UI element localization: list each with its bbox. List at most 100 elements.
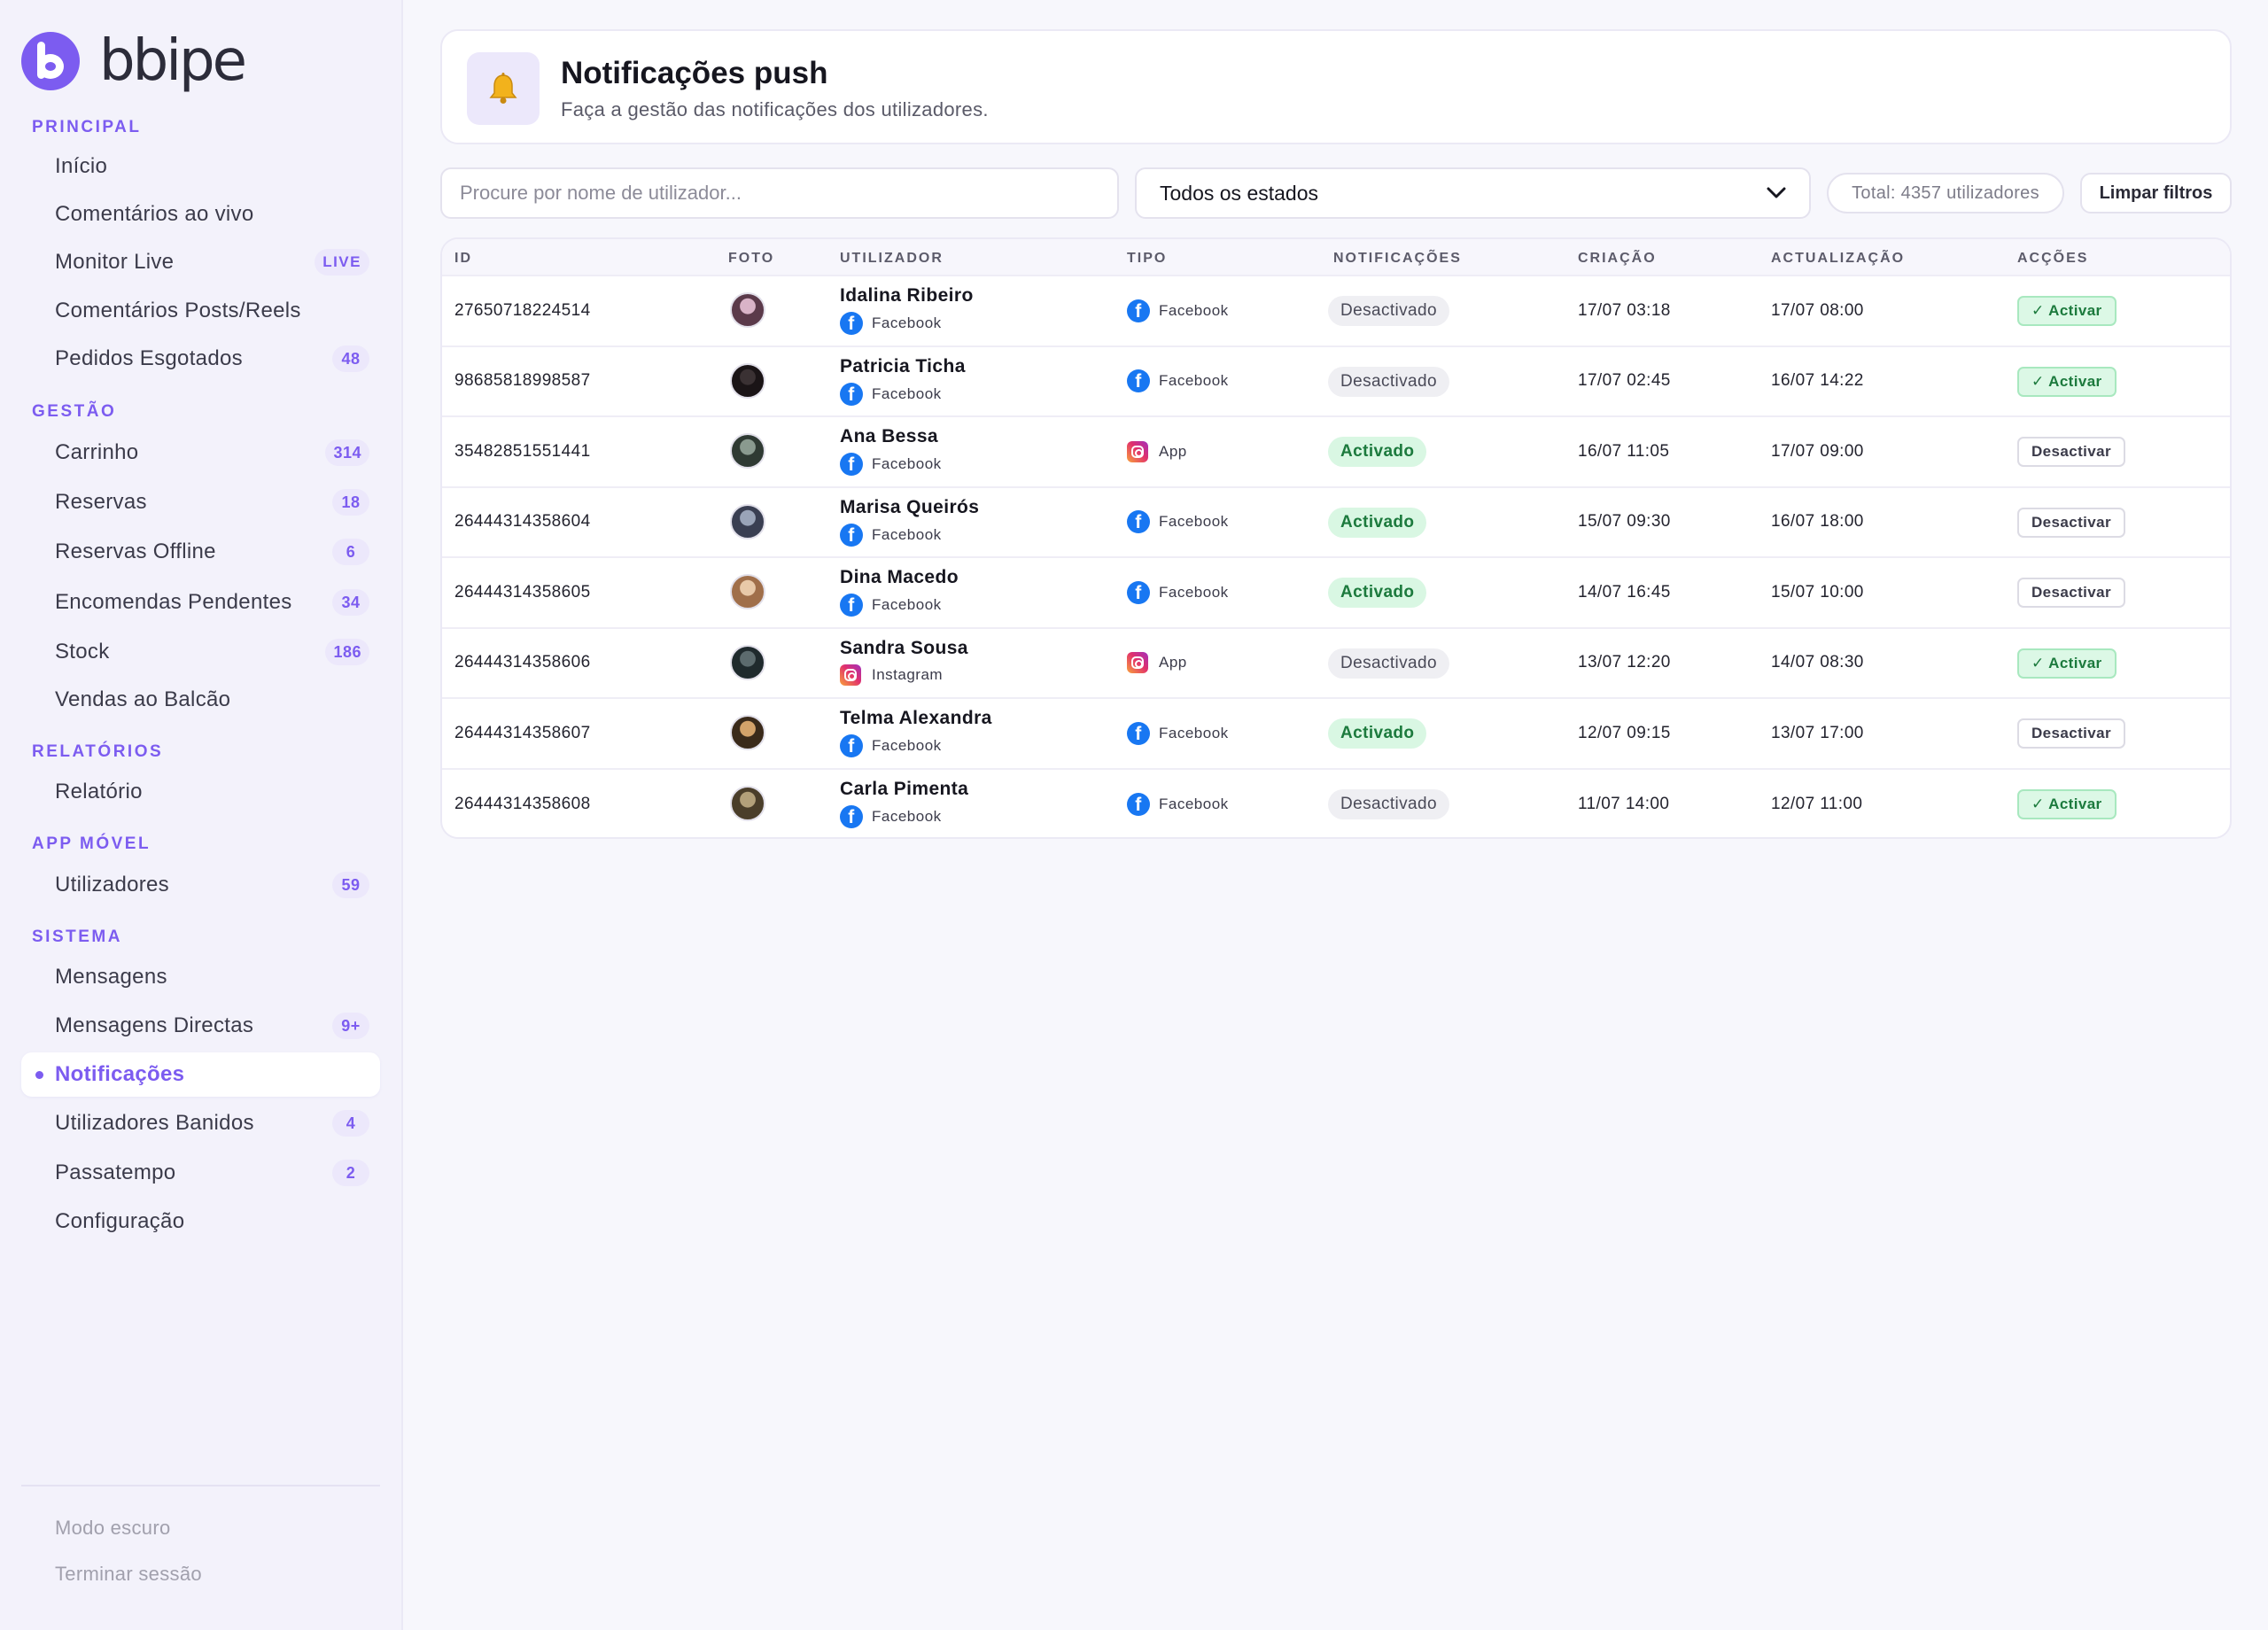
users-table: ID FOTO UTILIZADOR TIPO NOTIFICAÇÕES CRI… xyxy=(440,237,2232,839)
section-sistema: SISTEMA xyxy=(32,928,122,946)
updated-date: 16/07 14:22 xyxy=(1771,371,1864,391)
sidebar-item-reservas[interactable]: Reservas 18 xyxy=(21,480,380,524)
status-badge: Activado xyxy=(1328,507,1427,538)
column-header: UTILIZADOR xyxy=(840,251,944,266)
sidebar-item-encomendas-pendentes[interactable]: Encomendas Pendentes 34 xyxy=(21,580,380,625)
sidebar: bbipe PRINCIPAL Início Comentários ao vi… xyxy=(0,0,403,1630)
sidebar-item-label: Relatório xyxy=(55,780,143,803)
section-relatorios: RELATÓRIOS xyxy=(32,742,164,761)
user-type: App xyxy=(1127,417,1187,486)
sidebar-item-label: Utilizadores Banidos xyxy=(55,1111,254,1135)
count-badge: 4 xyxy=(332,1110,369,1137)
table-row: 26444314358604 Marisa Queirós f Facebook f Fa… xyxy=(442,488,2230,558)
instagram-icon xyxy=(1127,440,1148,462)
updated-date: 17/07 08:00 xyxy=(1771,300,1864,320)
user-type-label: App xyxy=(1159,654,1187,671)
sidebar-item-comentarios-posts[interactable]: Comentários Posts/Reels xyxy=(21,289,380,333)
sidebar-item-comentarios-ao-vivo[interactable]: Comentários ao vivo xyxy=(21,192,380,237)
user-type: f Facebook xyxy=(1127,770,1229,838)
deactivate-button[interactable]: Desactivar xyxy=(2017,507,2126,538)
instagram-icon xyxy=(1127,652,1148,674)
status-badge: Desactivado xyxy=(1328,648,1449,679)
facebook-icon: f xyxy=(840,523,863,547)
sidebar-item-utilizadores[interactable]: Utilizadores 59 xyxy=(21,863,380,907)
brand-logo[interactable]: bbipe xyxy=(21,28,247,94)
user-source: f Facebook xyxy=(840,312,942,335)
activate-button[interactable]: ✓ Activar xyxy=(2017,366,2117,397)
activate-button[interactable]: ✓ Activar xyxy=(2017,648,2117,679)
total-count: Total: 4357 utilizadores xyxy=(1827,173,2064,213)
logo-icon xyxy=(21,32,80,90)
sidebar-item-stock[interactable]: Stock 186 xyxy=(21,630,380,674)
user-name: Ana Bessa xyxy=(840,426,938,446)
created-date: 16/07 11:05 xyxy=(1578,441,1670,461)
status-badge: Activado xyxy=(1328,437,1427,467)
column-header: ACÇÕES xyxy=(2017,251,2089,266)
section-gestao: GESTÃO xyxy=(32,402,117,421)
user-id: 27650718224514 xyxy=(454,300,591,320)
user-source: f Facebook xyxy=(840,594,942,617)
activate-button[interactable]: ✓ Activar xyxy=(2017,788,2117,819)
section-principal: PRINCIPAL xyxy=(32,118,142,136)
deactivate-button[interactable]: Desactivar xyxy=(2017,718,2126,749)
table-row: 26444314358607 Telma Alexandra f Facebook f F… xyxy=(442,699,2230,770)
facebook-icon: f xyxy=(840,734,863,757)
active-dot-icon xyxy=(35,1070,43,1079)
logout-link[interactable]: Terminar sessão xyxy=(55,1563,202,1586)
status-badge: Activado xyxy=(1328,718,1427,749)
deactivate-button[interactable]: Desactivar xyxy=(2017,437,2126,467)
sidebar-item-label: Configuração xyxy=(55,1209,185,1233)
table-row: 35482851551441 Ana Bessa f Facebook App Activ… xyxy=(442,417,2230,488)
user-type: f Facebook xyxy=(1127,699,1229,768)
sidebar-item-pedidos-esgotados[interactable]: Pedidos Esgotados 48 xyxy=(21,337,380,381)
user-type-label: Facebook xyxy=(1159,796,1229,813)
user-type: f Facebook xyxy=(1127,276,1229,345)
sidebar-item-label: Stock xyxy=(55,640,110,664)
user-source-label: Facebook xyxy=(872,525,942,543)
sidebar-item-mensagens[interactable]: Mensagens xyxy=(21,955,380,999)
sidebar-item-relatorio[interactable]: Relatório xyxy=(21,770,380,814)
sidebar-item-label: Notificações xyxy=(55,1062,185,1086)
sidebar-item-label: Utilizadores xyxy=(55,873,169,896)
deactivate-button[interactable]: Desactivar xyxy=(2017,578,2126,608)
dark-mode-toggle[interactable]: Modo escuro xyxy=(55,1517,170,1540)
user-source: f Facebook xyxy=(840,523,942,547)
user-type-label: App xyxy=(1159,442,1187,460)
sidebar-item-monitor-live[interactable]: Monitor Live LIVE xyxy=(21,240,380,284)
created-date: 17/07 02:45 xyxy=(1578,371,1671,391)
sidebar-item-passatempo[interactable]: Passatempo 2 xyxy=(21,1151,380,1195)
sidebar-item-label: Monitor Live xyxy=(55,250,175,274)
sidebar-item-label: Reservas xyxy=(55,490,147,514)
avatar xyxy=(730,433,765,469)
facebook-icon: f xyxy=(1127,580,1150,604)
clear-filters-button[interactable]: Limpar filtros xyxy=(2080,173,2232,213)
table-row: 98685818998587 Patricia Ticha f Facebook f Fa… xyxy=(442,347,2230,417)
user-id: 26444314358608 xyxy=(454,795,591,814)
status-select[interactable]: Todos os estados xyxy=(1135,167,1811,219)
search-input[interactable] xyxy=(440,167,1119,219)
sidebar-item-vendas-balcao[interactable]: Vendas ao Balcão xyxy=(21,678,380,722)
brand-name: bbipe xyxy=(99,28,247,94)
activate-button[interactable]: ✓ Activar xyxy=(2017,296,2117,326)
count-badge: 314 xyxy=(325,439,369,466)
page-title: Notificações push xyxy=(561,56,828,90)
user-type: f Facebook xyxy=(1127,347,1229,416)
facebook-icon: f xyxy=(1127,721,1150,745)
table-row: 27650718224514 Idalina Ribeiro f Facebook f F… xyxy=(442,276,2230,347)
user-source: f Facebook xyxy=(840,734,942,757)
created-date: 13/07 12:20 xyxy=(1578,653,1671,672)
sidebar-item-notificacoes[interactable]: Notificações xyxy=(21,1052,380,1097)
sidebar-item-carrinho[interactable]: Carrinho 314 xyxy=(21,431,380,475)
sidebar-item-utilizadores-banidos[interactable]: Utilizadores Banidos 4 xyxy=(21,1101,380,1145)
sidebar-item-label: Início xyxy=(55,154,108,178)
user-source-label: Facebook xyxy=(872,314,942,331)
count-badge: 6 xyxy=(332,539,369,565)
sidebar-item-mensagens-directas[interactable]: Mensagens Directas 9+ xyxy=(21,1004,380,1048)
sidebar-item-configuracao[interactable]: Configuração xyxy=(21,1199,380,1244)
user-source-label: Instagram xyxy=(872,665,944,683)
count-badge: 34 xyxy=(332,589,369,616)
sidebar-item-inicio[interactable]: Início xyxy=(21,144,380,189)
column-header: NOTIFICAÇÕES xyxy=(1333,251,1462,266)
status-badge: Desactivado xyxy=(1328,296,1449,326)
sidebar-item-reservas-offline[interactable]: Reservas Offline 6 xyxy=(21,530,380,574)
